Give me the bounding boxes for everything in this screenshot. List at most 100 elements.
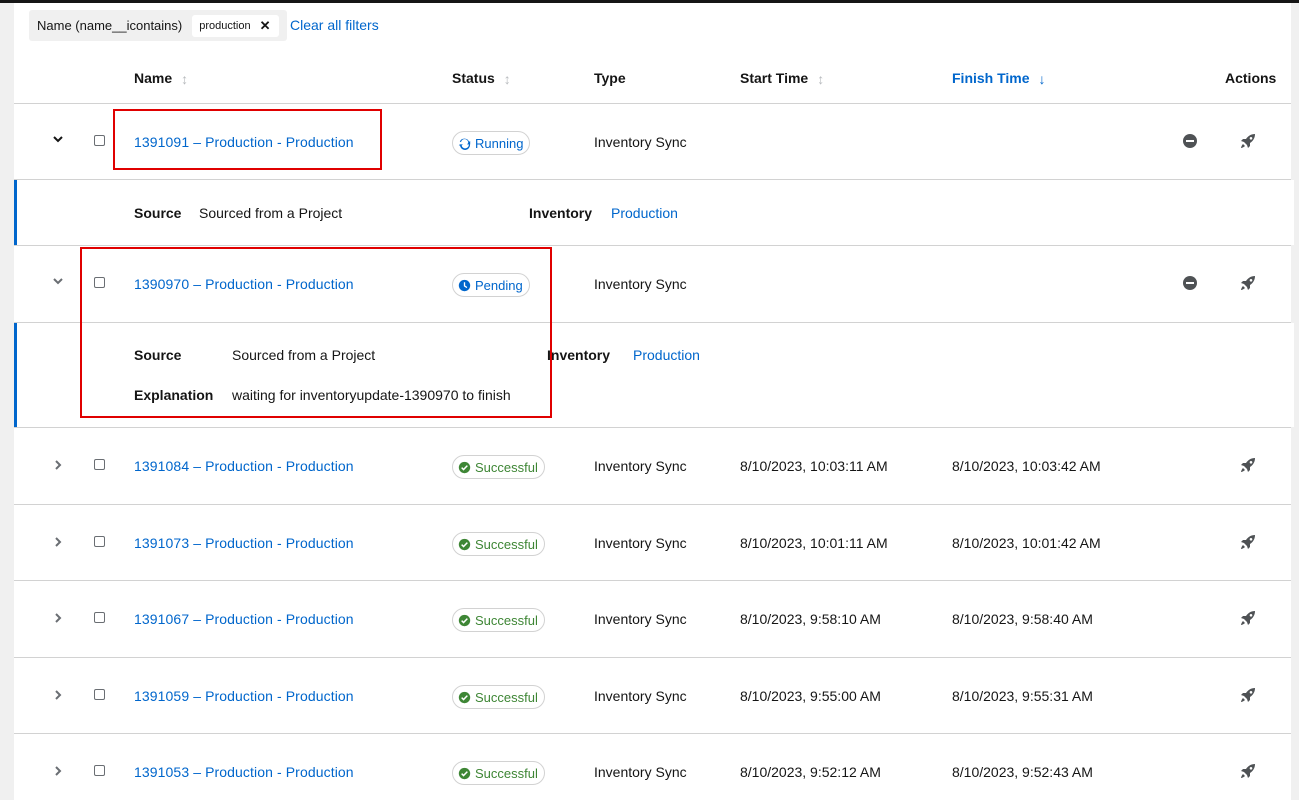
detail-label-source: Source bbox=[134, 347, 182, 363]
rocket-icon[interactable] bbox=[1240, 275, 1256, 291]
divider bbox=[14, 657, 1291, 658]
divider bbox=[14, 245, 1291, 246]
detail-label-inventory: Inventory bbox=[547, 347, 611, 363]
status-badge: Successful bbox=[452, 455, 545, 479]
job-start-time: 8/10/2023, 9:52:12 AM bbox=[740, 764, 881, 780]
check-circle-icon bbox=[458, 614, 471, 627]
job-name-link[interactable]: 1391053 – Production - Production bbox=[134, 764, 354, 780]
minus-circle-icon[interactable] bbox=[1182, 275, 1198, 291]
inventory-link[interactable]: Production bbox=[611, 205, 678, 221]
expanded-details: Source Sourced from a Project Inventory … bbox=[14, 323, 1294, 427]
job-type: Inventory Sync bbox=[594, 688, 687, 704]
chevron-right-icon[interactable] bbox=[48, 458, 68, 478]
sort-icon: ↕ bbox=[181, 71, 189, 87]
job-finish-time: 8/10/2023, 10:03:42 AM bbox=[952, 458, 1101, 474]
job-name-link[interactable]: 1391067 – Production - Production bbox=[134, 611, 354, 627]
chevron-down-icon[interactable] bbox=[48, 132, 68, 152]
job-name-link[interactable]: 1391073 – Production - Production bbox=[134, 535, 354, 551]
inventory-link[interactable]: Production bbox=[633, 347, 700, 363]
job-type: Inventory Sync bbox=[594, 134, 687, 150]
job-start-time: 8/10/2023, 9:55:00 AM bbox=[740, 688, 881, 704]
status-badge: Successful bbox=[452, 761, 545, 785]
divider bbox=[14, 733, 1291, 734]
job-finish-time: 8/10/2023, 10:01:42 AM bbox=[952, 535, 1101, 551]
column-header-actions: Actions bbox=[1225, 70, 1276, 86]
job-name-link[interactable]: 1391084 – Production - Production bbox=[134, 458, 354, 474]
check-circle-icon bbox=[458, 538, 471, 551]
rocket-icon[interactable] bbox=[1240, 610, 1256, 626]
detail-value-explanation: waiting for inventoryupdate-1390970 to f… bbox=[232, 387, 511, 403]
chevron-right-icon[interactable] bbox=[48, 688, 68, 708]
column-header-name-label: Name bbox=[134, 70, 173, 86]
minus-circle-icon[interactable] bbox=[1182, 133, 1198, 149]
status-label: Successful bbox=[475, 689, 538, 705]
rocket-icon[interactable] bbox=[1240, 763, 1256, 779]
chevron-down-icon[interactable] bbox=[48, 274, 68, 294]
divider bbox=[14, 580, 1291, 581]
row-checkbox[interactable] bbox=[94, 135, 105, 146]
column-header-actions-label: Actions bbox=[1225, 70, 1277, 86]
job-name-link[interactable]: 1390970 – Production - Production bbox=[134, 276, 354, 292]
column-header-start-time[interactable]: Start Time ↕ bbox=[740, 70, 824, 87]
job-start-time: 8/10/2023, 10:03:11 AM bbox=[740, 458, 888, 474]
clear-all-filters-link[interactable]: Clear all filters bbox=[290, 17, 379, 33]
status-label: Pending bbox=[475, 277, 523, 293]
status-label: Successful bbox=[475, 536, 538, 552]
row-checkbox[interactable] bbox=[94, 459, 105, 470]
status-label: Successful bbox=[475, 765, 538, 781]
row-checkbox[interactable] bbox=[94, 277, 105, 288]
column-header-type: Type bbox=[594, 70, 626, 86]
detail-label-inventory: Inventory bbox=[529, 205, 593, 221]
job-type: Inventory Sync bbox=[594, 611, 687, 627]
job-finish-time: 8/10/2023, 9:52:43 AM bbox=[952, 764, 1093, 780]
filter-chip: production ✕ bbox=[192, 14, 279, 37]
check-circle-icon bbox=[458, 767, 471, 780]
sort-icon: ↕ bbox=[503, 71, 511, 87]
detail-value-source: Sourced from a Project bbox=[199, 205, 343, 221]
job-type: Inventory Sync bbox=[594, 276, 687, 292]
column-header-name[interactable]: Name ↕ bbox=[134, 70, 188, 87]
column-header-finish-time[interactable]: Finish Time ↓ bbox=[952, 70, 1046, 87]
status-badge: Successful bbox=[452, 532, 545, 556]
expanded-details: Source Sourced from a Project Inventory … bbox=[14, 180, 1294, 245]
job-start-time: 8/10/2023, 10:01:11 AM bbox=[740, 535, 888, 551]
row-checkbox[interactable] bbox=[94, 689, 105, 700]
rocket-icon[interactable] bbox=[1240, 457, 1256, 473]
filter-chip-group: Name (name__icontains) production ✕ bbox=[29, 10, 287, 41]
column-header-finish-time-label: Finish Time bbox=[952, 70, 1030, 86]
row-checkbox[interactable] bbox=[94, 536, 105, 547]
close-icon[interactable]: ✕ bbox=[260, 18, 271, 34]
job-start-time: 8/10/2023, 9:58:10 AM bbox=[740, 611, 881, 627]
filter-chip-category: Name (name__icontains) bbox=[37, 18, 183, 33]
row-checkbox[interactable] bbox=[94, 612, 105, 623]
chevron-right-icon[interactable] bbox=[48, 535, 68, 555]
detail-value-source: Sourced from a Project bbox=[232, 347, 376, 363]
filter-chip-value: production bbox=[199, 19, 251, 32]
row-checkbox[interactable] bbox=[94, 765, 105, 776]
status-badge: Successful bbox=[452, 608, 545, 632]
detail-label-explanation: Explanation bbox=[134, 387, 214, 403]
job-type: Inventory Sync bbox=[594, 535, 687, 551]
rocket-icon[interactable] bbox=[1240, 534, 1256, 550]
status-badge: Successful bbox=[452, 685, 545, 709]
chevron-right-icon[interactable] bbox=[48, 611, 68, 631]
check-circle-icon bbox=[458, 691, 471, 704]
job-type: Inventory Sync bbox=[594, 764, 687, 780]
check-circle-icon bbox=[458, 461, 471, 474]
job-name-link[interactable]: 1391091 – Production - Production bbox=[134, 134, 354, 150]
sort-icon: ↕ bbox=[817, 71, 825, 87]
job-finish-time: 8/10/2023, 9:58:40 AM bbox=[952, 611, 1093, 627]
divider bbox=[14, 504, 1291, 505]
status-label: Running bbox=[475, 135, 524, 151]
chevron-right-icon[interactable] bbox=[48, 764, 68, 784]
rocket-icon[interactable] bbox=[1240, 687, 1256, 703]
job-finish-time: 8/10/2023, 9:55:31 AM bbox=[952, 688, 1093, 704]
job-type: Inventory Sync bbox=[594, 458, 687, 474]
column-header-status[interactable]: Status ↕ bbox=[452, 70, 511, 87]
clock-icon bbox=[458, 279, 471, 292]
detail-label-source: Source bbox=[134, 205, 182, 221]
column-header-start-time-label: Start Time bbox=[740, 70, 809, 86]
job-name-link[interactable]: 1391059 – Production - Production bbox=[134, 688, 354, 704]
status-label: Successful bbox=[475, 612, 538, 628]
rocket-icon[interactable] bbox=[1240, 133, 1256, 149]
